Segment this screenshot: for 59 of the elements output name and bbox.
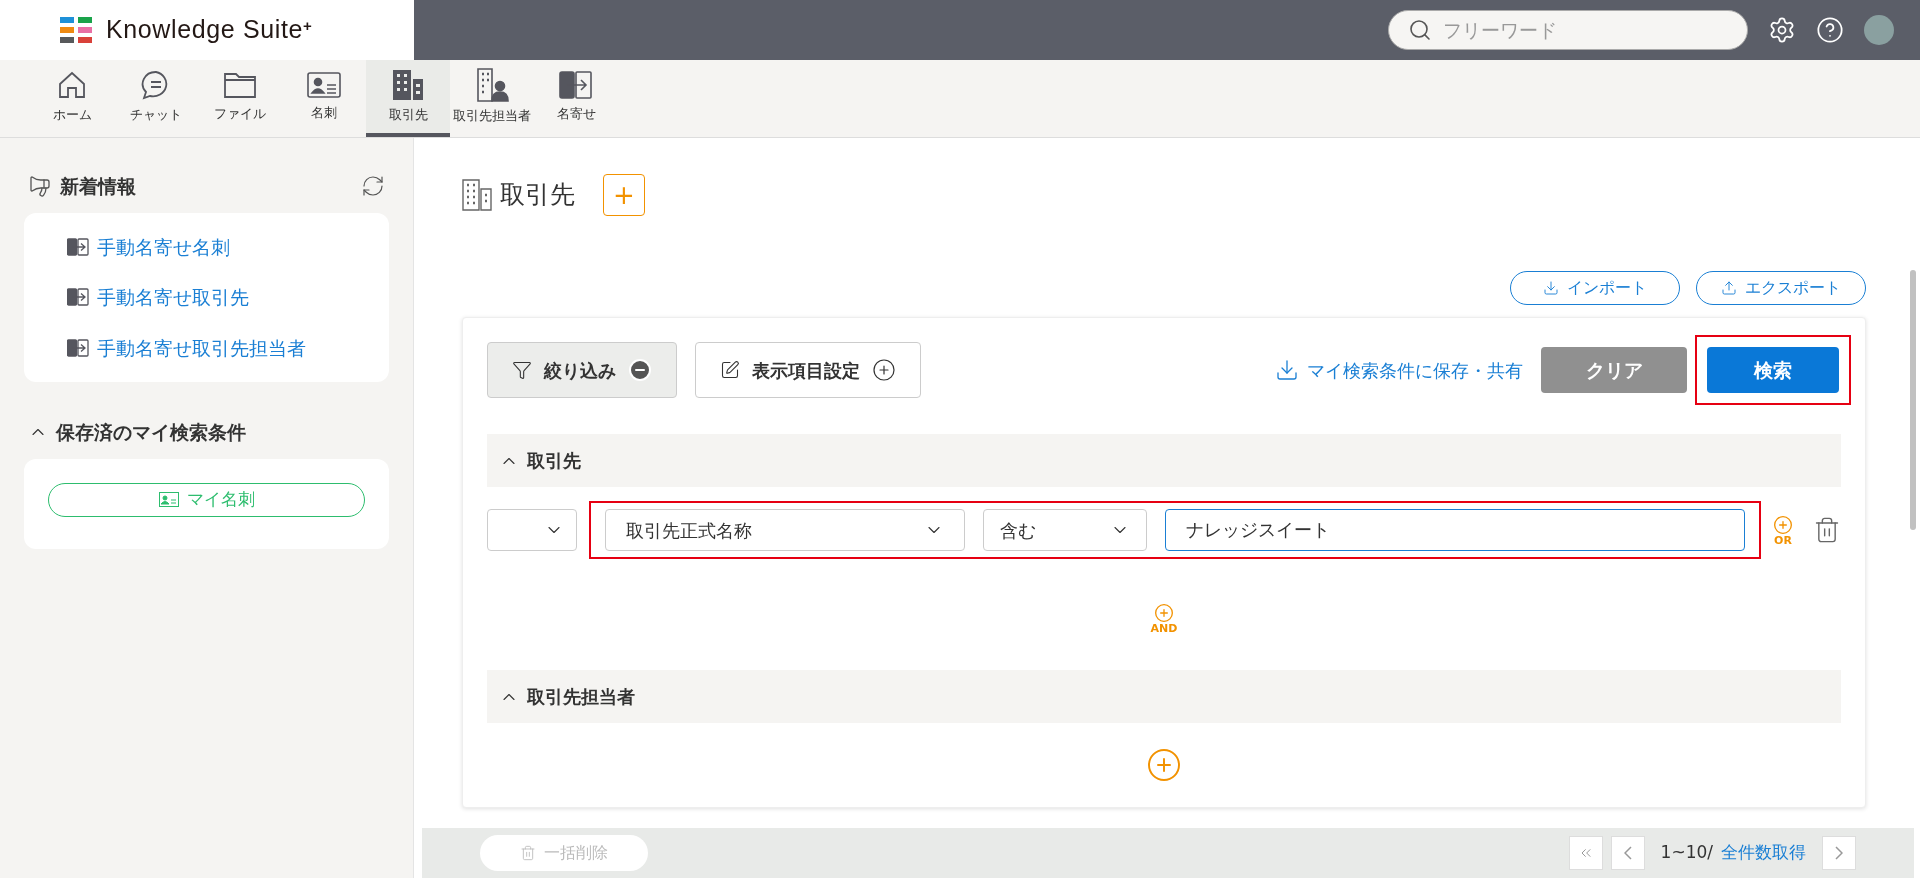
building-icon bbox=[462, 179, 492, 211]
merge-icon bbox=[67, 237, 89, 256]
chevron-right-icon bbox=[1835, 846, 1843, 860]
nav-tab[interactable]: 名刺 bbox=[282, 60, 366, 137]
section-title: 取引先担当者 bbox=[527, 685, 635, 709]
logo-icon bbox=[60, 17, 94, 43]
news-link[interactable]: 手動名寄せ名刺 bbox=[67, 232, 389, 261]
trash-icon[interactable] bbox=[1813, 516, 1841, 544]
plus-circle-icon bbox=[1154, 603, 1174, 623]
chevron-left-icon bbox=[1623, 846, 1632, 860]
news-link[interactable]: 手動名寄せ取引先 bbox=[67, 283, 389, 312]
help-icon[interactable] bbox=[1816, 16, 1844, 44]
add-and-button[interactable]: AND bbox=[1150, 603, 1178, 634]
nav-tab[interactable]: 取引先担当者 bbox=[450, 60, 534, 137]
nav-tab[interactable]: ホーム bbox=[30, 60, 114, 137]
minus-circle-icon bbox=[628, 358, 652, 382]
nav-tab[interactable]: チャット bbox=[114, 60, 198, 137]
id-card-icon bbox=[158, 492, 179, 507]
page-title: 取引先 bbox=[500, 179, 575, 212]
section-title: 保存済のマイ検索条件 bbox=[56, 420, 246, 445]
merge-icon bbox=[67, 288, 89, 307]
logo-text: Knowledge Suite$^{+}$ bbox=[106, 14, 313, 46]
add-or-button[interactable]: OR bbox=[1773, 514, 1793, 546]
merge-icon bbox=[67, 338, 89, 357]
plus-circle-icon bbox=[872, 358, 896, 382]
upload-icon bbox=[1721, 280, 1737, 296]
building-icon bbox=[391, 68, 425, 101]
filter-icon bbox=[512, 360, 532, 380]
refresh-icon[interactable] bbox=[361, 174, 385, 199]
building-person-icon bbox=[475, 67, 509, 102]
settings-icon[interactable] bbox=[1768, 16, 1796, 44]
scrollbar-thumb[interactable] bbox=[1910, 270, 1916, 530]
merge-icon bbox=[559, 69, 593, 100]
display-settings-button[interactable]: 表示項目設定 bbox=[695, 342, 921, 398]
field-select[interactable]: 取引先正式名称 bbox=[605, 509, 965, 551]
nav-tab[interactable]: 取引先 bbox=[366, 60, 450, 137]
filter-toggle-button[interactable]: 絞り込み bbox=[487, 342, 677, 398]
section-title: 取引先 bbox=[527, 449, 581, 473]
nav-tab[interactable]: ファイル bbox=[198, 60, 282, 137]
download-icon bbox=[1275, 358, 1299, 382]
add-button[interactable]: + bbox=[603, 174, 645, 216]
search-button[interactable]: 検索 bbox=[1707, 347, 1839, 393]
page-range: 1~10/ bbox=[1660, 841, 1713, 865]
download-icon bbox=[1543, 280, 1559, 296]
section-title: 新着情報 bbox=[60, 174, 137, 199]
search-icon bbox=[1408, 18, 1432, 42]
operator-select[interactable]: 含む bbox=[983, 509, 1147, 551]
trash-icon bbox=[520, 845, 536, 861]
nav-tab[interactable]: 名寄せ bbox=[534, 60, 618, 137]
value-input[interactable]: ナレッジスイート bbox=[1165, 509, 1745, 551]
clear-button[interactable]: クリア bbox=[1541, 347, 1687, 393]
id-card-icon bbox=[307, 70, 341, 99]
news-link[interactable]: 手動名寄せ取引先担当者 bbox=[67, 333, 389, 362]
save-search-link[interactable]: マイ検索条件に保存・共有 bbox=[1275, 356, 1523, 384]
plus-circle-icon bbox=[1773, 514, 1793, 535]
edit-icon bbox=[720, 360, 740, 380]
count-link[interactable]: 全件数取得 bbox=[1721, 840, 1806, 866]
megaphone-icon bbox=[28, 174, 52, 199]
search-field[interactable]: フリーワード bbox=[1388, 10, 1748, 50]
